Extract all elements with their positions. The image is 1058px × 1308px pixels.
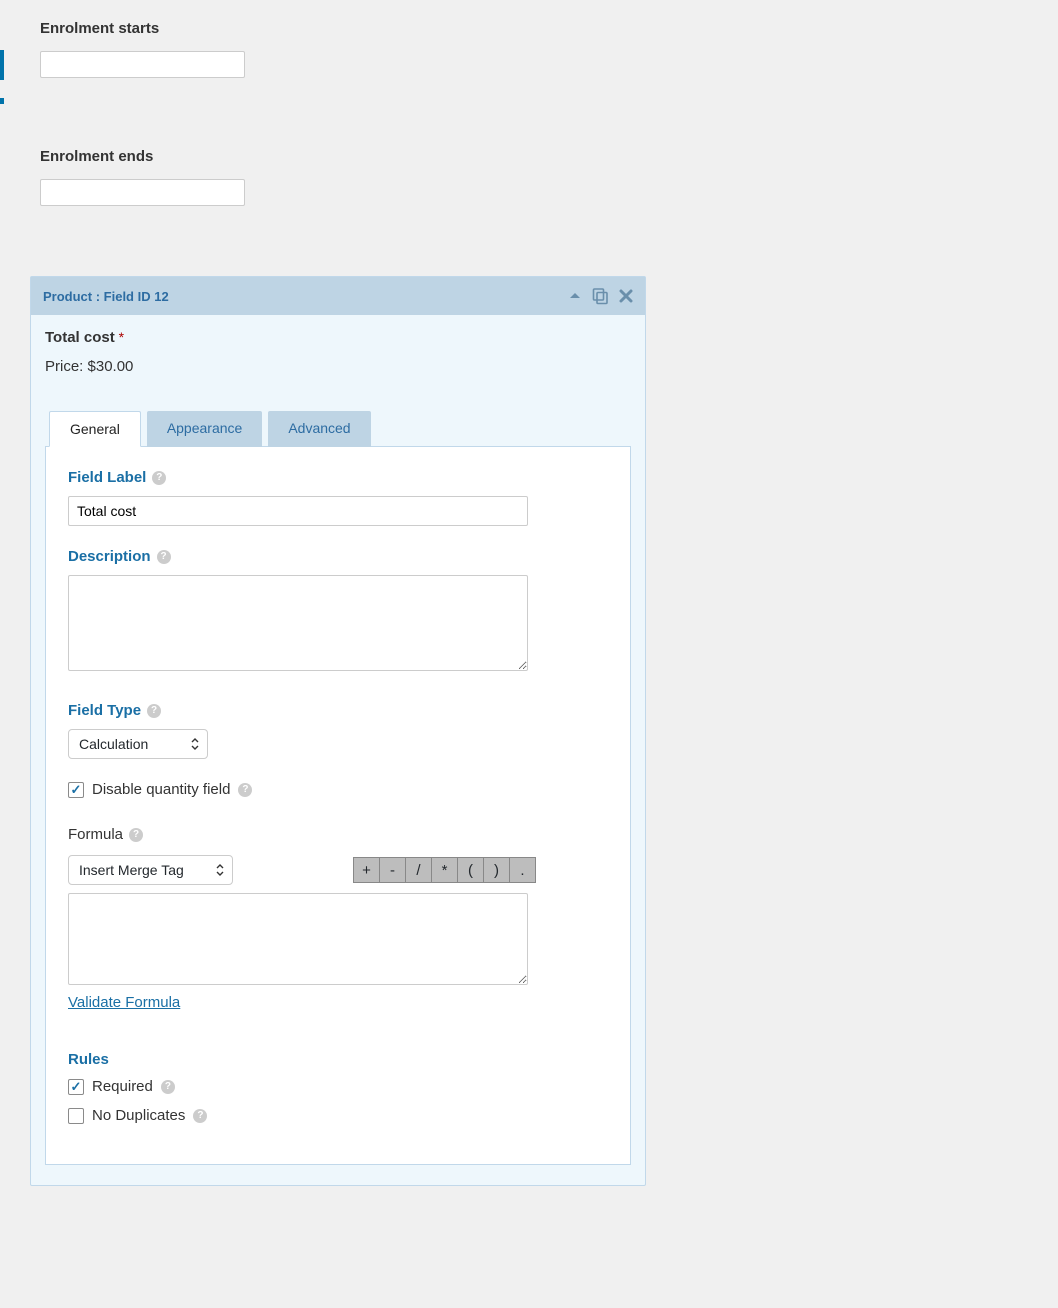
price-label: Price: [45, 358, 83, 375]
validate-formula-link[interactable]: Validate Formula [68, 994, 180, 1011]
close-icon[interactable] [619, 289, 633, 303]
tab-general[interactable]: General [49, 411, 141, 447]
help-icon[interactable]: ? [129, 828, 143, 842]
enrolment-ends-label: Enrolment ends [40, 148, 1018, 165]
required-label: Required [92, 1078, 153, 1095]
duplicate-icon[interactable] [591, 287, 609, 305]
tab-appearance[interactable]: Appearance [147, 411, 263, 447]
tab-advanced[interactable]: Advanced [268, 411, 370, 447]
help-icon[interactable]: ? [161, 1080, 175, 1094]
field-editor-header: Product : Field ID 12 [31, 277, 645, 315]
help-icon[interactable]: ? [152, 471, 166, 485]
field-editor-panel: Product : Field ID 12 Total cost * Price… [30, 276, 646, 1186]
field-type-select[interactable]: Calculation [68, 729, 208, 759]
field-editor-title: Product : Field ID 12 [43, 289, 169, 304]
help-icon[interactable]: ? [157, 550, 171, 564]
formula-textarea[interactable] [68, 893, 528, 985]
no-duplicates-label: No Duplicates [92, 1107, 185, 1124]
price-value: $30.00 [88, 358, 134, 375]
field-label-input[interactable] [68, 496, 528, 526]
no-duplicates-checkbox[interactable] [68, 1108, 84, 1124]
rules-heading: Rules [68, 1051, 109, 1068]
left-highlight-2 [0, 98, 4, 104]
enrolment-starts-label: Enrolment starts [40, 20, 1018, 37]
field-name-display: Total cost [45, 329, 115, 346]
op-multiply-button[interactable]: * [431, 857, 458, 883]
tab-panel-general: Field Label ? Description ? Field Type ? [45, 446, 631, 1165]
collapse-icon[interactable] [569, 292, 581, 300]
disable-quantity-label: Disable quantity field [92, 781, 230, 798]
left-highlight-1 [0, 50, 4, 80]
enrolment-starts-input[interactable] [40, 51, 245, 78]
enrolment-ends-input[interactable] [40, 179, 245, 206]
description-heading: Description [68, 548, 151, 565]
field-label-heading: Field Label [68, 469, 146, 486]
op-rparen-button[interactable]: ) [483, 857, 510, 883]
required-checkbox[interactable] [68, 1079, 84, 1095]
formula-heading: Formula [68, 826, 123, 843]
field-type-heading: Field Type [68, 702, 141, 719]
help-icon[interactable]: ? [193, 1109, 207, 1123]
description-textarea[interactable] [68, 575, 528, 671]
help-icon[interactable]: ? [147, 704, 161, 718]
field-type-value: Calculation [79, 736, 148, 752]
merge-tag-select[interactable]: Insert Merge Tag [68, 855, 233, 885]
help-icon[interactable]: ? [238, 783, 252, 797]
op-plus-button[interactable]: + [353, 857, 380, 883]
op-minus-button[interactable]: - [379, 857, 406, 883]
disable-quantity-checkbox[interactable] [68, 782, 84, 798]
op-lparen-button[interactable]: ( [457, 857, 484, 883]
op-divide-button[interactable]: / [405, 857, 432, 883]
required-star: * [119, 329, 124, 345]
op-dot-button[interactable]: . [509, 857, 536, 883]
merge-tag-value: Insert Merge Tag [79, 862, 184, 878]
